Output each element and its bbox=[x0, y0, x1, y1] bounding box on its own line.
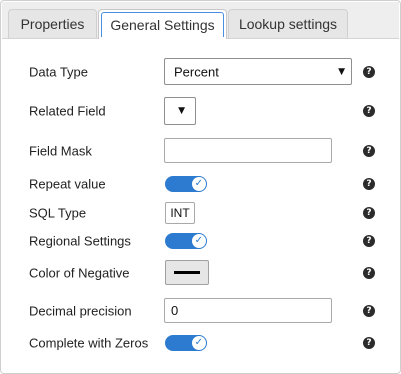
tab-properties[interactable]: Properties bbox=[8, 9, 97, 38]
data-type-value: Percent bbox=[174, 64, 219, 79]
decimal-precision-input[interactable] bbox=[164, 298, 332, 323]
sql-type-field[interactable]: INT bbox=[165, 202, 195, 224]
tab-general-settings[interactable]: General Settings bbox=[98, 9, 227, 39]
help-icon[interactable]: ? bbox=[363, 66, 375, 78]
data-type-label: Data Type bbox=[29, 64, 89, 80]
color-of-negative-label: Color of Negative bbox=[29, 265, 130, 281]
complete-with-zeros-label: Complete with Zeros bbox=[29, 335, 149, 351]
decimal-precision-label: Decimal precision bbox=[29, 303, 132, 319]
regional-settings-toggle[interactable]: ✓ bbox=[165, 233, 207, 249]
field-mask-label: Field Mask bbox=[29, 143, 92, 159]
help-icon[interactable]: ? bbox=[363, 207, 375, 219]
tab-properties-label: Properties bbox=[20, 16, 85, 32]
tab-focus-ring: General Settings bbox=[101, 12, 224, 37]
row-field-mask: Field Mask ? bbox=[1, 137, 400, 165]
row-related-field: Related Field ▼ ? bbox=[1, 97, 400, 125]
settings-panel: Properties General Settings Lookup setti… bbox=[0, 0, 401, 374]
color-swatch bbox=[174, 271, 200, 274]
row-color-of-negative: Color of Negative ? bbox=[1, 259, 400, 287]
help-icon[interactable]: ? bbox=[363, 145, 375, 157]
row-decimal-precision: Decimal precision ? bbox=[1, 297, 400, 325]
row-repeat-value: Repeat value ✓ ? bbox=[1, 170, 400, 198]
regional-settings-label: Regional Settings bbox=[29, 233, 131, 249]
help-icon[interactable]: ? bbox=[363, 105, 375, 117]
row-sql-type: SQL Type INT ? bbox=[1, 199, 400, 227]
help-icon[interactable]: ? bbox=[363, 267, 375, 279]
data-type-select[interactable]: Percent ▼ bbox=[164, 58, 352, 85]
row-complete-with-zeros: Complete with Zeros ✓ ? bbox=[1, 329, 400, 357]
row-data-type: Data Type Percent ▼ ? bbox=[1, 58, 400, 86]
field-mask-input[interactable] bbox=[164, 138, 332, 163]
row-regional-settings: Regional Settings ✓ ? bbox=[1, 227, 400, 255]
repeat-value-label: Repeat value bbox=[29, 176, 106, 192]
help-icon[interactable]: ? bbox=[363, 178, 375, 190]
tab-general-settings-label: General Settings bbox=[110, 17, 215, 33]
repeat-value-toggle[interactable]: ✓ bbox=[165, 176, 207, 192]
chevron-down-icon: ▼ bbox=[338, 66, 345, 77]
color-of-negative-picker[interactable] bbox=[165, 260, 209, 285]
sql-type-label: SQL Type bbox=[29, 205, 87, 221]
related-field-label: Related Field bbox=[29, 103, 106, 119]
check-icon: ✓ bbox=[194, 235, 203, 246]
help-icon[interactable]: ? bbox=[363, 305, 375, 317]
tab-lookup-settings-label: Lookup settings bbox=[238, 16, 338, 32]
related-field-select[interactable]: ▼ bbox=[164, 97, 196, 125]
chevron-down-icon: ▼ bbox=[178, 106, 185, 116]
complete-with-zeros-toggle[interactable]: ✓ bbox=[165, 335, 207, 351]
sql-type-value: INT bbox=[170, 206, 190, 220]
tab-bar: Properties General Settings Lookup setti… bbox=[2, 2, 399, 39]
help-icon[interactable]: ? bbox=[363, 337, 375, 349]
check-icon: ✓ bbox=[194, 178, 203, 189]
tab-lookup-settings[interactable]: Lookup settings bbox=[228, 9, 348, 38]
check-icon: ✓ bbox=[194, 337, 203, 348]
help-icon[interactable]: ? bbox=[363, 235, 375, 247]
